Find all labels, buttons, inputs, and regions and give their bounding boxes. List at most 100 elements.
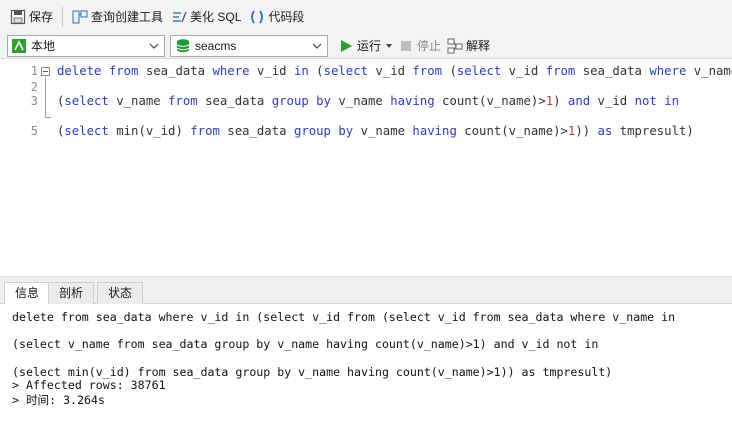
code-text: ( bbox=[442, 64, 457, 78]
connection-icon bbox=[11, 38, 27, 54]
beautify-sql-button[interactable]: 美化 SQL bbox=[167, 5, 245, 29]
query-builder-icon bbox=[72, 9, 88, 25]
keyword: where bbox=[212, 64, 250, 78]
caret-down-icon bbox=[385, 39, 393, 53]
run-dropdown[interactable] bbox=[383, 34, 395, 58]
save-icon bbox=[10, 9, 26, 25]
code-text: ( bbox=[308, 64, 324, 78]
code-line-1: delete from sea_data where v_id in (sele… bbox=[57, 64, 732, 78]
code-line-3: (select v_name from sea_data group by v_… bbox=[57, 94, 679, 108]
code-text: count(v_name)> bbox=[456, 124, 568, 138]
fold-toggle[interactable] bbox=[41, 67, 50, 76]
code-text: min(v_id) bbox=[108, 124, 191, 138]
explain-button[interactable]: 解释 bbox=[444, 34, 493, 58]
code-text: sea_data bbox=[575, 64, 650, 78]
keyword: group bbox=[271, 94, 309, 108]
code-text: v_name bbox=[353, 124, 413, 138]
message-line: (select v_name from sea_data group by v_… bbox=[12, 337, 599, 351]
code-text: count(v_name)> bbox=[434, 94, 546, 108]
code-text: sea_data bbox=[219, 124, 294, 138]
code-text: v_name bbox=[108, 94, 169, 108]
message-pane: delete from sea_data where v_id in (sele… bbox=[0, 304, 732, 434]
keyword: where bbox=[649, 64, 687, 78]
toolbar-divider bbox=[62, 6, 64, 27]
line-number: 5 bbox=[30, 124, 38, 138]
save-label: 保存 bbox=[29, 10, 54, 24]
keyword: in bbox=[664, 94, 679, 108]
save-button[interactable]: 保存 bbox=[6, 5, 57, 29]
code-text: ) bbox=[553, 94, 568, 108]
sql-editor[interactable]: 1 2 3 5 delete from sea_data where v_id … bbox=[0, 60, 732, 276]
database-value: seacms bbox=[195, 38, 237, 53]
parentheses-icon bbox=[249, 9, 265, 25]
keyword: in bbox=[293, 64, 309, 78]
message-line: delete from sea_data where v_id in (sele… bbox=[12, 310, 676, 324]
tab-status[interactable]: 状态 bbox=[97, 282, 144, 304]
keyword: group bbox=[293, 124, 331, 138]
connection-toolbar: 本地 seacms 运行 停止 解释 bbox=[0, 33, 732, 59]
line-number: 3 bbox=[30, 94, 38, 108]
main-toolbar: 保存 查询创建工具 美化 SQL 代码段 bbox=[0, 0, 732, 33]
tab-profile[interactable]: 剖析 bbox=[48, 282, 95, 304]
line-number: 1 bbox=[30, 64, 38, 78]
code-text: tmpresult) bbox=[612, 124, 694, 138]
stop-button[interactable]: 停止 bbox=[395, 34, 444, 58]
run-button[interactable]: 运行 bbox=[336, 34, 383, 58]
query-builder-label: 查询创建工具 bbox=[91, 10, 164, 24]
connection-value: 本地 bbox=[31, 39, 56, 53]
message-line: (select min(v_id) from sea_data group by… bbox=[12, 365, 613, 379]
keyword: as bbox=[597, 124, 613, 138]
keyword: from bbox=[108, 64, 139, 78]
chevron-down-icon bbox=[148, 39, 160, 53]
play-icon bbox=[338, 38, 354, 54]
code-text: v_id bbox=[501, 64, 546, 78]
elapsed-time: > 时间: 3.264s bbox=[12, 393, 105, 407]
code-text: v_id bbox=[368, 64, 413, 78]
keyword: select bbox=[456, 64, 502, 78]
keyword: from bbox=[190, 124, 220, 138]
keyword: and bbox=[567, 94, 591, 108]
stop-label: 停止 bbox=[417, 39, 442, 53]
run-label: 运行 bbox=[357, 39, 382, 53]
tab-info[interactable]: 信息 bbox=[4, 282, 51, 305]
chevron-down-icon bbox=[311, 39, 323, 53]
code-snippet-button[interactable]: 代码段 bbox=[245, 5, 308, 29]
fold-guide bbox=[45, 77, 46, 117]
code-text: v_name bbox=[330, 94, 391, 108]
connection-select[interactable]: 本地 bbox=[7, 34, 165, 57]
fold-guide-end bbox=[45, 117, 51, 118]
query-builder-button[interactable]: 查询创建工具 bbox=[68, 5, 167, 29]
code-text: v_id bbox=[249, 64, 294, 78]
code-text: sea_data bbox=[138, 64, 213, 78]
code-line-5: (select min(v_id) from sea_data group by… bbox=[57, 124, 694, 138]
code-text: v_name bbox=[693, 64, 732, 78]
number-literal: 1 bbox=[545, 94, 554, 108]
keyword: from bbox=[168, 94, 198, 108]
keyword: having bbox=[390, 94, 435, 108]
stop-icon bbox=[398, 38, 414, 54]
beautify-icon bbox=[171, 9, 187, 25]
affected-rows: > Affected rows: 38761 bbox=[12, 378, 166, 392]
line-number: 2 bbox=[30, 80, 38, 94]
result-tabs: 信息 剖析 状态 bbox=[0, 280, 732, 305]
keyword: delete bbox=[57, 64, 102, 78]
keyword: from bbox=[545, 64, 576, 78]
explain-label: 解释 bbox=[466, 39, 491, 53]
keyword: having bbox=[412, 124, 457, 138]
code-text: sea_data bbox=[197, 94, 272, 108]
keyword: from bbox=[412, 64, 443, 78]
keyword: select bbox=[64, 94, 109, 108]
code-text: v_id bbox=[590, 94, 635, 108]
database-icon bbox=[175, 38, 191, 54]
explain-icon bbox=[447, 38, 463, 54]
keyword: by bbox=[316, 94, 331, 108]
keyword: select bbox=[323, 64, 368, 78]
snippet-label: 代码段 bbox=[268, 10, 305, 24]
keyword: by bbox=[338, 124, 354, 138]
database-select[interactable]: seacms bbox=[170, 34, 328, 57]
beautify-label: 美化 SQL bbox=[190, 10, 242, 24]
code-text: )) bbox=[575, 124, 598, 138]
keyword: not bbox=[634, 94, 657, 108]
keyword: select bbox=[64, 124, 109, 138]
